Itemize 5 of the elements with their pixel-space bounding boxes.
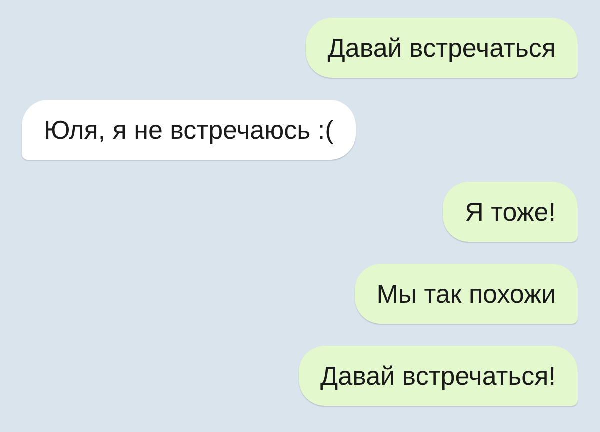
outgoing-message: Мы так похожи: [354, 264, 578, 324]
incoming-message: Юля, я не встречаюсь :(: [22, 100, 356, 160]
outgoing-message: Давай встречаться: [306, 18, 578, 78]
outgoing-message: Давай встречаться!: [298, 346, 578, 406]
outgoing-message: Я тоже!: [443, 182, 578, 242]
